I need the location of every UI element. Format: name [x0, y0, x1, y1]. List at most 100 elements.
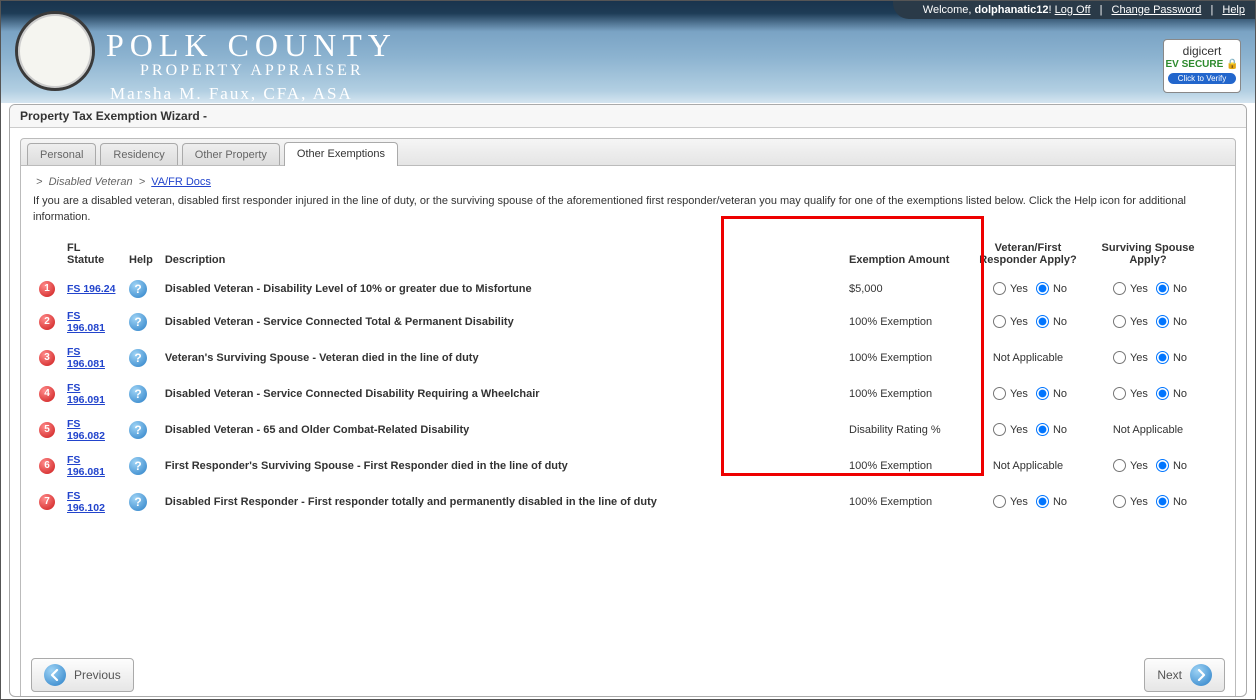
statute-link[interactable]: FS 196.081: [67, 346, 105, 370]
vet-yes-radio[interactable]: [993, 423, 1006, 436]
arrow-right-icon: [1190, 664, 1212, 686]
no-label: No: [1173, 388, 1187, 400]
yes-label: Yes: [1010, 388, 1028, 400]
tab-other-exemptions[interactable]: Other Exemptions: [284, 142, 398, 166]
previous-button[interactable]: Previous: [31, 658, 134, 692]
no-label: No: [1173, 496, 1187, 508]
spouse-yes-radio[interactable]: [1113, 387, 1126, 400]
table-row: 7FS 196.102?Disabled First Responder - F…: [33, 484, 1223, 520]
col-spouse-apply: Surviving Spouse Apply?: [1093, 238, 1203, 274]
statute-link[interactable]: FS 196.081: [67, 310, 105, 334]
vet-no-radio[interactable]: [1036, 282, 1049, 295]
arrow-left-icon: [44, 664, 66, 686]
not-applicable-label: Not Applicable: [1113, 424, 1183, 436]
spouse-yes-radio[interactable]: [1113, 351, 1126, 364]
not-applicable-label: Not Applicable: [993, 460, 1063, 472]
digicert-badge[interactable]: digicert EV SECURE 🔒 Click to Verify: [1163, 39, 1241, 93]
wizard-panel: > Disabled Veteran > VA/FR Docs If you a…: [20, 166, 1236, 697]
logoff-link[interactable]: Log Off: [1055, 4, 1091, 16]
no-label: No: [1053, 424, 1067, 436]
vet-yes-radio[interactable]: [993, 495, 1006, 508]
spouse-no-radio[interactable]: [1156, 459, 1169, 472]
spouse-yes-radio[interactable]: [1113, 495, 1126, 508]
yes-label: Yes: [1130, 283, 1148, 295]
help-icon[interactable]: ?: [129, 349, 147, 367]
no-label: No: [1053, 388, 1067, 400]
lock-icon: 🔒: [1226, 59, 1238, 70]
help-icon[interactable]: ?: [129, 385, 147, 403]
spouse-yes-radio[interactable]: [1113, 459, 1126, 472]
spouse-no-radio[interactable]: [1156, 315, 1169, 328]
yes-label: Yes: [1130, 388, 1148, 400]
change-password-link[interactable]: Change Password: [1112, 4, 1202, 16]
exemption-amount: 100% Exemption: [843, 304, 963, 340]
vet-yes-radio[interactable]: [993, 315, 1006, 328]
help-icon[interactable]: ?: [129, 313, 147, 331]
spouse-yes-radio[interactable]: [1113, 282, 1126, 295]
spouse-no-radio[interactable]: [1156, 282, 1169, 295]
vet-no-radio[interactable]: [1036, 423, 1049, 436]
help-icon[interactable]: ?: [129, 421, 147, 439]
description: Disabled Veteran - Disability Level of 1…: [159, 274, 843, 304]
description: First Responder's Surviving Spouse - Fir…: [159, 448, 843, 484]
breadcrumb-link[interactable]: VA/FR Docs: [151, 176, 211, 188]
statute-link[interactable]: FS 196.24: [67, 283, 115, 295]
spouse-no-radio[interactable]: [1156, 495, 1169, 508]
county-seal-icon: [15, 11, 95, 91]
no-label: No: [1173, 316, 1187, 328]
no-label: No: [1053, 283, 1067, 295]
aux-bar: Welcome, dolphanatic12! Log Off | Change…: [893, 1, 1255, 19]
statute-link[interactable]: FS 196.102: [67, 490, 105, 514]
no-label: No: [1053, 496, 1067, 508]
col-vet-apply: Veteran/First Responder Apply?: [963, 238, 1093, 274]
vet-yes-radio[interactable]: [993, 282, 1006, 295]
description: Veteran's Surviving Spouse - Veteran die…: [159, 340, 843, 376]
statute-link[interactable]: FS 196.082: [67, 418, 105, 442]
yes-label: Yes: [1010, 283, 1028, 295]
not-applicable-label: Not Applicable: [993, 352, 1063, 364]
exemption-amount: 100% Exemption: [843, 484, 963, 520]
help-link[interactable]: Help: [1222, 4, 1245, 16]
description: Disabled Veteran - 65 and Older Combat-R…: [159, 412, 843, 448]
col-amount: Exemption Amount: [843, 238, 963, 274]
vet-no-radio[interactable]: [1036, 315, 1049, 328]
exemption-amount: 100% Exemption: [843, 448, 963, 484]
yes-label: Yes: [1130, 460, 1148, 472]
help-icon[interactable]: ?: [129, 280, 147, 298]
no-label: No: [1173, 460, 1187, 472]
vet-no-radio[interactable]: [1036, 495, 1049, 508]
welcome-text: Welcome,: [923, 4, 975, 16]
no-label: No: [1173, 283, 1187, 295]
spouse-no-radio[interactable]: [1156, 387, 1169, 400]
next-button[interactable]: Next: [1144, 658, 1225, 692]
table-row: 3FS 196.081?Veteran's Surviving Spouse -…: [33, 340, 1223, 376]
vet-no-radio[interactable]: [1036, 387, 1049, 400]
page-header: Welcome, dolphanatic12! Log Off | Change…: [1, 1, 1255, 103]
help-icon[interactable]: ?: [129, 493, 147, 511]
tab-personal[interactable]: Personal: [27, 143, 96, 165]
exemption-amount: 100% Exemption: [843, 376, 963, 412]
statute-link[interactable]: FS 196.081: [67, 454, 105, 478]
yes-label: Yes: [1130, 352, 1148, 364]
no-label: No: [1053, 316, 1067, 328]
col-help: Help: [123, 238, 159, 274]
intro-text: If you are a disabled veteran, disabled …: [33, 194, 1223, 226]
row-number-badge: 4: [39, 386, 55, 402]
spouse-yes-radio[interactable]: [1113, 315, 1126, 328]
nav-footer: Previous Next: [31, 658, 1225, 692]
yes-label: Yes: [1130, 496, 1148, 508]
table-row: 5FS 196.082?Disabled Veteran - 65 and Ol…: [33, 412, 1223, 448]
username: dolphanatic12: [975, 4, 1049, 16]
spouse-no-radio[interactable]: [1156, 351, 1169, 364]
yes-label: Yes: [1010, 316, 1028, 328]
help-icon[interactable]: ?: [129, 457, 147, 475]
description: Disabled Veteran - Service Connected Dis…: [159, 376, 843, 412]
tab-other-property[interactable]: Other Property: [182, 143, 280, 165]
exemption-amount: Disability Rating %: [843, 412, 963, 448]
statute-link[interactable]: FS 196.091: [67, 382, 105, 406]
col-statute: FL Statute: [61, 238, 123, 274]
vet-yes-radio[interactable]: [993, 387, 1006, 400]
tab-strip: PersonalResidencyOther PropertyOther Exe…: [20, 138, 1236, 166]
row-number-badge: 2: [39, 314, 55, 330]
tab-residency[interactable]: Residency: [100, 143, 177, 165]
